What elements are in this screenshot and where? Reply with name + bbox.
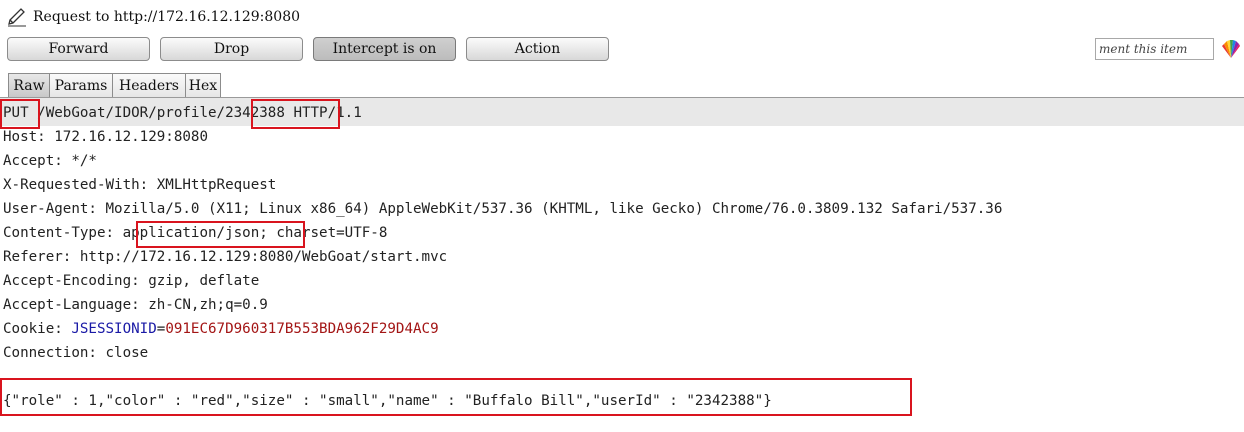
cookie-label: Cookie: — [3, 321, 63, 337]
header-accept-encoding: Accept-Encoding: gzip, deflate — [3, 273, 260, 289]
content-type-label: Content-Type: — [3, 225, 115, 241]
forward-button[interactable]: Forward — [7, 37, 150, 61]
request-path-id: /2342388 — [216, 105, 285, 121]
request-title: Request to http://172.16.12.129:8080 — [33, 9, 301, 25]
http-protocol: HTTP/1.1 — [293, 105, 362, 121]
highlight-color-icon[interactable] — [1220, 38, 1242, 60]
cookie-value: 091EC67D960317B553BDA962F29D4AC9 — [165, 321, 439, 337]
cookie-name: JSESSIONID — [71, 321, 157, 337]
tab-headers[interactable]: Headers — [112, 73, 186, 97]
action-button[interactable]: Action — [466, 37, 609, 61]
pencil-icon — [8, 8, 26, 27]
request-title-bar: Request to http://172.16.12.129:8080 — [6, 7, 300, 27]
header-connection: Connection: close — [3, 345, 149, 361]
tab-params[interactable]: Params — [49, 73, 113, 97]
drop-button[interactable]: Drop — [160, 37, 303, 61]
request-path: /WebGoat/IDOR/profile — [37, 105, 217, 121]
request-body: {"role" : 1,"color" : "red","size" : "sm… — [3, 393, 772, 409]
header-accept-language: Accept-Language: zh-CN,zh;q=0.9 — [3, 297, 268, 313]
header-user-agent: User-Agent: Mozilla/5.0 (X11; Linux x86_… — [3, 201, 1003, 217]
http-method: PUT — [3, 105, 29, 121]
header-cookie: Cookie: JSESSIONID=091EC67D960317B553BDA… — [3, 317, 439, 341]
content-type-value: application/json — [122, 225, 260, 241]
content-type-charset: ; charset=UTF-8 — [259, 225, 388, 241]
request-line: PUT /WebGoat/IDOR/profile/2342388 HTTP/1… — [3, 101, 362, 125]
intercept-toggle-button[interactable]: Intercept is on — [313, 37, 456, 61]
header-host: Host: 172.16.12.129:8080 — [3, 129, 208, 145]
header-accept: Accept: */* — [3, 153, 97, 169]
header-referer: Referer: http://172.16.12.129:8080/WebGo… — [3, 249, 448, 265]
editor-tabs: Raw Params Headers Hex — [8, 73, 221, 97]
comment-field[interactable] — [1095, 38, 1214, 60]
header-x-requested-with: X-Requested-With: XMLHttpRequest — [3, 177, 277, 193]
tab-raw[interactable]: Raw — [8, 73, 50, 97]
header-content-type: Content-Type: application/json; charset=… — [3, 221, 387, 245]
tab-hex[interactable]: Hex — [185, 73, 221, 97]
raw-request-editor[interactable]: PUT /WebGoat/IDOR/profile/2342388 HTTP/1… — [0, 97, 1244, 432]
